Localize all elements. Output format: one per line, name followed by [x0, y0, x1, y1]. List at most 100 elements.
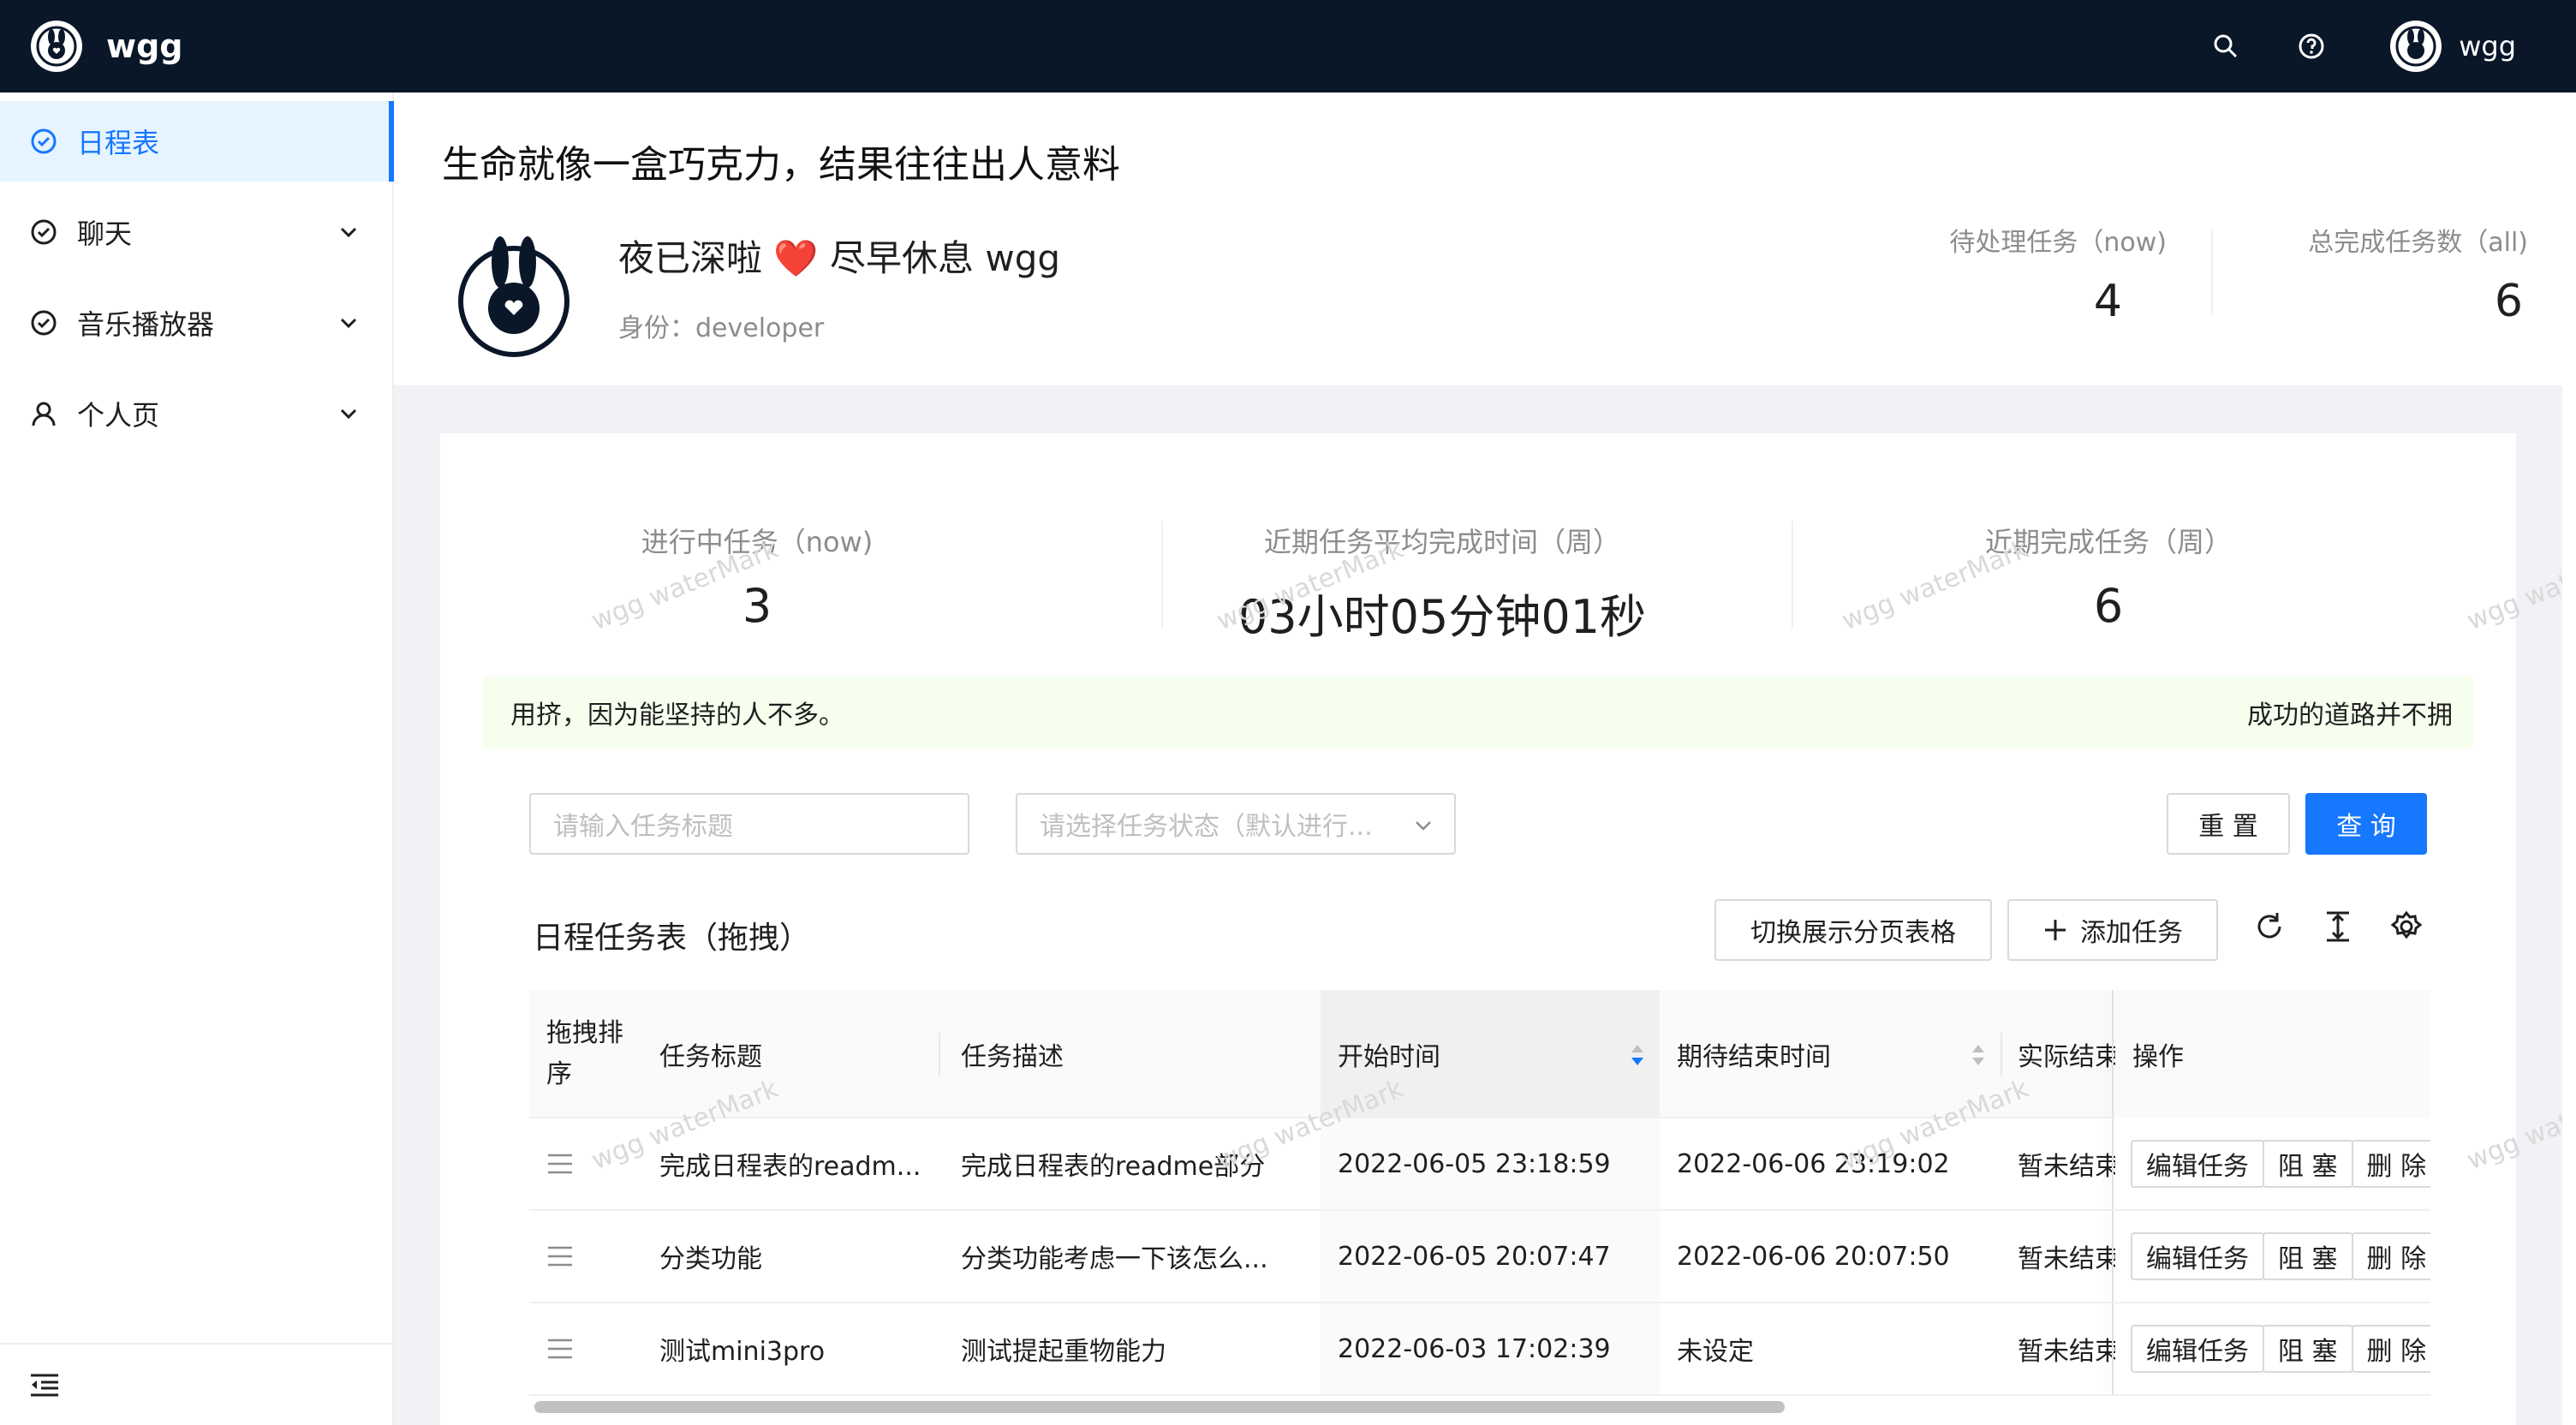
drag-handle[interactable]: [529, 1303, 641, 1394]
col-drag-sort: 拖拽排序: [546, 1018, 623, 1089]
actual-end-cell: 暂未结束: [2018, 1244, 2115, 1274]
reset-button[interactable]: 重 置: [2167, 793, 2290, 855]
block-task-button[interactable]: 阻 塞: [2263, 1232, 2353, 1280]
identity-text: 身份：developer: [618, 313, 825, 343]
kpi-value: 6: [2093, 579, 2124, 633]
banner-text: 成功的道路并不拥: [2247, 701, 2453, 730]
operations-cell: 编辑任务 阻 塞 删 除: [2115, 1118, 2430, 1209]
clock-check-icon: [29, 127, 58, 156]
sort-icon: [1972, 1045, 1984, 1065]
page-title: 生命就像一盒巧克力，结果往往出人意料: [442, 143, 1120, 187]
drag-handle[interactable]: [529, 1118, 641, 1209]
switch-paged-table-button[interactable]: 切换展示分页表格: [1714, 899, 1992, 961]
start-time-cell: 2022-06-03 17:02:39: [1321, 1303, 1660, 1394]
operations-cell: 编辑任务 阻 塞 删 除: [2115, 1211, 2430, 1302]
fixed-column-shadow: [2112, 1211, 2114, 1302]
kpi-avg-time: 近期任务平均完成时间（周） 03小时05分钟01秒: [1125, 521, 1759, 647]
stat-divider: [2211, 230, 2213, 315]
table-header: 拖拽排序 任务标题 任务描述 开始时间 期待结束时间 实际结束 操作: [529, 990, 2430, 1118]
sidebar-item-chat[interactable]: 聊天: [0, 192, 392, 272]
kpi-value: 03小时05分钟01秒: [1237, 590, 1647, 644]
col-operations: 操作: [2115, 990, 2430, 1118]
sidebar-item-schedule[interactable]: 日程表: [0, 101, 394, 182]
expect-end-cell: 2022-06-06 20:07:50: [1677, 1241, 1950, 1272]
drag-handle-icon: [548, 1246, 572, 1267]
table-row[interactable]: 分类功能 分类功能考虑一下该怎么... 2022-06-05 20:07:47 …: [529, 1211, 2430, 1303]
query-button[interactable]: 查 询: [2305, 793, 2427, 855]
pending-tasks-stat: 待处理任务（now) 4: [1910, 221, 2167, 327]
column-divider: [939, 1033, 940, 1076]
sidebar-item-label: 个人页: [77, 399, 160, 432]
table-horizontal-scrollbar[interactable]: [534, 1401, 1785, 1413]
operations-cell: 编辑任务 阻 塞 删 除: [2115, 1303, 2430, 1394]
add-task-button[interactable]: 添加任务: [2007, 899, 2218, 961]
block-task-button[interactable]: 阻 塞: [2263, 1140, 2353, 1188]
col-actual-end: 实际结束: [2018, 1042, 2115, 1072]
fixed-column-shadow: [2112, 1118, 2114, 1209]
table-title: 日程任务表（拖拽）: [533, 921, 811, 956]
sidebar-item-label: 日程表: [77, 127, 160, 159]
sidebar-item-label: 聊天: [77, 218, 133, 250]
drag-handle-icon: [548, 1154, 572, 1174]
app-name: wgg: [106, 27, 183, 65]
avatar: [2390, 21, 2442, 72]
reload-icon[interactable]: [2251, 908, 2288, 945]
drag-handle[interactable]: [529, 1211, 641, 1302]
check-circle-icon: [29, 308, 58, 337]
edit-task-button[interactable]: 编辑任务: [2131, 1140, 2264, 1188]
delete-task-button[interactable]: 删 除: [2351, 1140, 2430, 1188]
expect-end-cell: 未设定: [1677, 1337, 1754, 1367]
column-height-icon[interactable]: [2319, 908, 2357, 945]
collapse-sidebar-button[interactable]: [0, 1343, 392, 1425]
page-header: 生命就像一盒巧克力，结果往往出人意料 夜已深啦 ❤️ 尽早休息 wgg 身份：d…: [394, 92, 2562, 385]
check-circle-icon: [29, 218, 58, 247]
sort-desc-icon: [1631, 1045, 1643, 1065]
block-task-button[interactable]: 阻 塞: [2263, 1325, 2353, 1373]
select-placeholder: 请选择任务状态（默认进行...: [1040, 812, 1373, 842]
fixed-column-shadow: [2112, 1303, 2114, 1394]
menu-fold-icon: [31, 1374, 58, 1397]
search-icon[interactable]: [2207, 27, 2245, 65]
col-task-desc: 任务描述: [961, 1042, 1064, 1072]
title-search-input[interactable]: 请输入任务标题: [529, 793, 969, 855]
page-scrollbar[interactable]: [2562, 92, 2576, 1425]
table-row[interactable]: 完成日程表的readm... 完成日程表的readme部分 2022-06-05…: [529, 1118, 2430, 1211]
watermark: wgg waterMark: [2462, 1073, 2576, 1177]
watermark: wgg waterMark: [2462, 534, 2576, 637]
brand[interactable]: wgg: [31, 21, 183, 72]
column-label: 期待结束时间: [1677, 1042, 1831, 1072]
chevron-down-icon: [340, 227, 357, 238]
main-card: 进行中任务（now) 3 近期任务平均完成时间（周） 03小时05分钟01秒 近…: [440, 433, 2576, 1425]
edit-task-button[interactable]: 编辑任务: [2131, 1325, 2264, 1373]
schedule-table: 拖拽排序 任务标题 任务描述 开始时间 期待结束时间 实际结束 操作 完成日程表…: [529, 990, 2430, 1396]
task-desc-cell: 完成日程表的readme部分: [961, 1152, 1266, 1182]
col-start-time[interactable]: 开始时间: [1321, 990, 1660, 1118]
status-select[interactable]: 请选择任务状态（默认进行...: [1016, 793, 1456, 855]
profile-avatar: [445, 230, 582, 367]
chevron-down-icon: [340, 318, 357, 329]
task-desc-cell: 测试提起重物能力: [961, 1337, 1166, 1367]
user-icon: [29, 399, 58, 428]
kpi-value: 3: [742, 579, 772, 633]
user-menu[interactable]: wgg: [2390, 21, 2516, 72]
kpi-title: 近期完成任务（周）: [1984, 526, 2232, 558]
stat-value: 6: [2494, 276, 2523, 327]
delete-task-button[interactable]: 删 除: [2351, 1232, 2430, 1280]
user-name: wgg: [2459, 30, 2516, 63]
greeting-text: 夜已深啦 ❤️ 尽早休息 wgg: [618, 237, 1061, 279]
task-title-cell: 分类功能: [659, 1244, 762, 1274]
expect-end-cell: 2022-06-06 23:19:02: [1677, 1148, 1950, 1179]
sidebar-item-profile[interactable]: 个人页: [0, 373, 392, 454]
sidebar: 日程表 聊天 音乐播放器 个人页: [0, 92, 394, 1425]
delete-task-button[interactable]: 删 除: [2351, 1325, 2430, 1373]
drag-handle-icon: [548, 1339, 572, 1359]
sidebar-item-music[interactable]: 音乐播放器: [0, 283, 392, 363]
col-expect-end-time[interactable]: 期待结束时间: [1660, 990, 2001, 1118]
question-icon[interactable]: [2293, 27, 2330, 65]
table-row[interactable]: 测试mini3pro 测试提起重物能力 2022-06-03 17:02:39 …: [529, 1303, 2430, 1396]
edit-task-button[interactable]: 编辑任务: [2131, 1232, 2264, 1280]
kpi-title: 近期任务平均完成时间（周）: [1263, 526, 1620, 558]
settings-gear-icon[interactable]: [2388, 908, 2425, 945]
start-time-cell: 2022-06-05 20:07:47: [1321, 1211, 1660, 1302]
plus-icon: [2045, 920, 2066, 940]
